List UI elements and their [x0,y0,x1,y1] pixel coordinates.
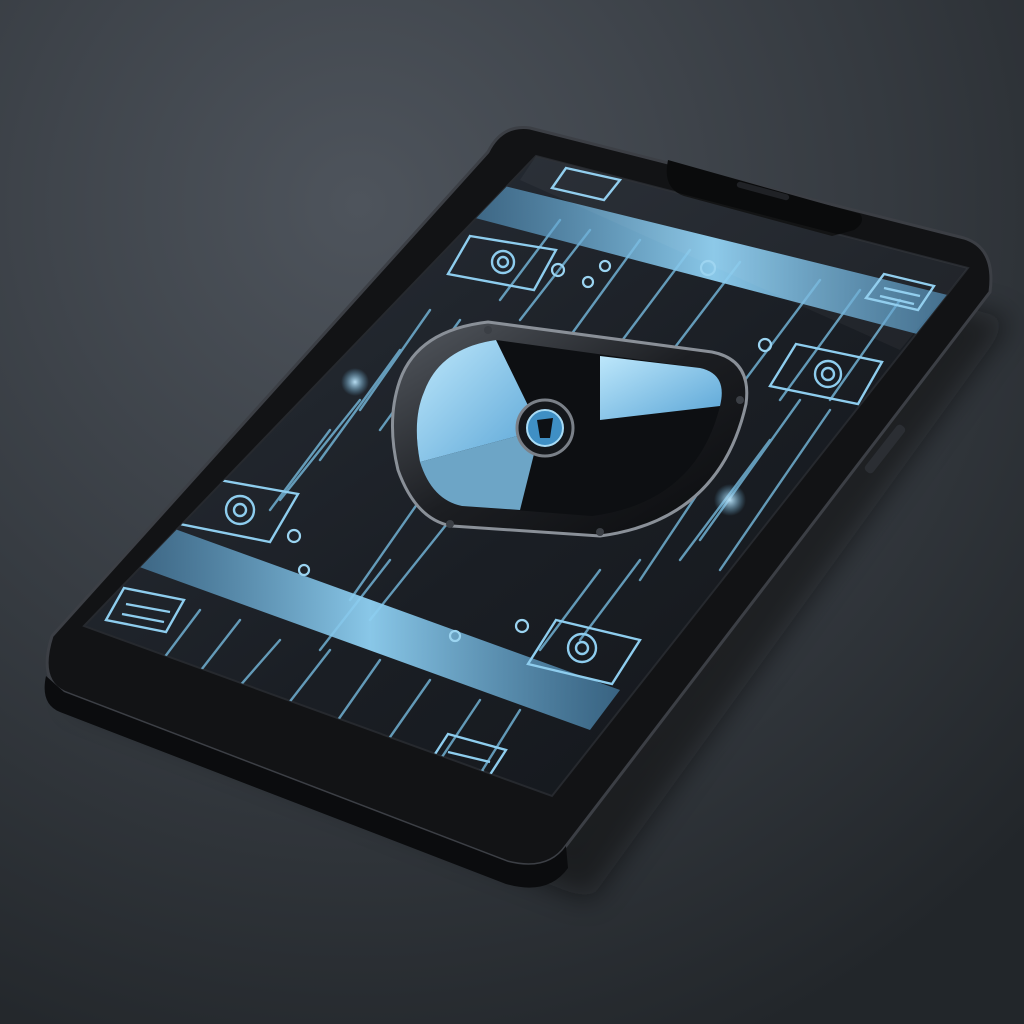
glow-node [714,484,746,516]
scene-illustration [0,0,1024,1024]
glow-node [341,368,369,396]
scene [0,0,1024,1024]
